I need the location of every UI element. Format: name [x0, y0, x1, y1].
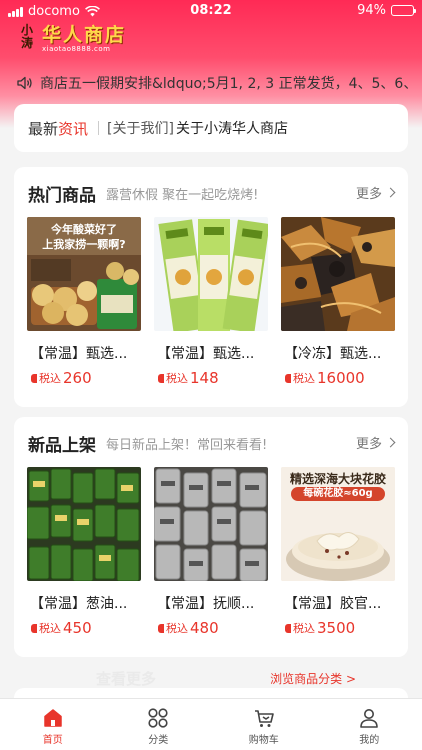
product-image[interactable] [27, 467, 141, 581]
status-bar: docomo 08:22 94% [0, 0, 422, 22]
section-title: 新品上架 [28, 435, 96, 456]
product-price: 税込 148 [154, 369, 268, 387]
divider [98, 121, 100, 135]
product-card[interactable]: 【冷冻】甄选... 税込 16000 [281, 217, 395, 387]
cart-icon [254, 710, 274, 727]
price-tag-icon [158, 373, 164, 383]
price-tag-icon [285, 623, 291, 633]
notice-text: 商店五一假期安排&ldquo;5月1, 2, 3 正常发货，4、5、6、 [40, 76, 412, 92]
product-image[interactable] [154, 217, 268, 331]
tab-home[interactable]: 首页 [0, 699, 106, 750]
logo-mark: 小涛 [20, 23, 33, 50]
speaker-icon [17, 76, 32, 90]
section-subtitle: 露营休假 聚在一起吃烧烤! [106, 187, 259, 203]
product-name: 【常温】甄选... [157, 346, 255, 362]
product-image[interactable]: 今年酸菜好了 上我家捞一颗啊? [27, 217, 141, 331]
product-card[interactable]: 今年酸菜好了 上我家捞一颗啊? 【常温】甄选... 税込 260 [27, 217, 141, 387]
logo-name: 华人商店 [42, 24, 127, 46]
browse-categories-link[interactable]: 浏览商品分类 > [270, 670, 356, 687]
product-name: 【常温】抚顺... [157, 596, 255, 612]
product-name: 【常温】葱油... [30, 596, 128, 612]
product-card[interactable]: 【常温】葱油... 税込 450 [27, 467, 141, 637]
store-logo[interactable]: 小涛 华人商店 xiaotao8888.com [16, 24, 126, 54]
browse-ghost-text: 查看更多 [96, 670, 157, 688]
chevron-right-icon [385, 437, 396, 448]
news-card[interactable]: 最新资讯 [关于我们] 关于小涛华人商店 [14, 104, 408, 152]
price-tag-icon [31, 623, 37, 633]
battery-icon [391, 5, 416, 16]
product-card[interactable]: 【常温】抚顺... 税込 480 [154, 467, 268, 637]
promo-banner-title: 精选深海大块花胶 [289, 472, 386, 486]
tab-mine[interactable]: 我的 [317, 699, 422, 750]
product-card[interactable]: 【常温】甄选... 税込 148 [154, 217, 268, 387]
hot-products-section: 热门商品 露营休假 聚在一起吃烧烤! 更多 今年酸菜好了 上我家捞一颗啊? 【常… [14, 167, 408, 407]
battery-percent: 94% [357, 3, 386, 18]
product-price: 税込 3500 [281, 619, 395, 637]
news-tag: [关于我们] [107, 121, 174, 137]
notice-bar[interactable]: 商店五一假期安排&ldquo;5月1, 2, 3 正常发货，4、5、6、 [16, 72, 412, 94]
user-icon [360, 709, 379, 728]
more-link[interactable]: 更多 [356, 183, 396, 202]
product-price: 税込 450 [27, 619, 141, 637]
promo-banner-sub: 每碗花胶≈60g [291, 487, 385, 501]
product-price: 税込 480 [154, 619, 268, 637]
tab-cart[interactable]: 购物车 [211, 699, 317, 750]
home-icon [44, 709, 62, 727]
news-title-highlight: 资讯 [58, 119, 89, 138]
product-price: 税込 260 [27, 369, 141, 387]
price-tag-icon [285, 373, 291, 383]
product-name: 【常温】甄选... [30, 346, 128, 362]
status-right: 94% [357, 3, 416, 18]
news-title: 最新资讯 [28, 119, 89, 138]
section-subtitle: 每日新品上架！常回来看看! [106, 437, 268, 453]
product-image[interactable]: 精选深海大块花胶 每碗花胶≈60g [281, 467, 395, 581]
product-card[interactable]: 精选深海大块花胶 每碗花胶≈60g 【常温】胶官... 税込 3500 [281, 467, 395, 637]
grid-icon [148, 708, 168, 728]
tab-category[interactable]: 分类 [106, 699, 212, 750]
new-products-section: 新品上架 每日新品上架！常回来看看! 更多 【常温】葱油... 税込 450 【… [14, 417, 408, 657]
svg-text:上我家捞一颗啊?: 上我家捞一颗啊? [42, 237, 125, 251]
more-link[interactable]: 更多 [356, 433, 396, 452]
price-tag-icon [31, 373, 37, 383]
svg-text:今年酸菜好了: 今年酸菜好了 [50, 222, 117, 236]
logo-url: xiaotao8888.com [42, 45, 111, 53]
product-image[interactable] [281, 217, 395, 331]
tab-bar: 首页 分类 购物车 我的 [0, 698, 422, 750]
price-tag-icon [158, 623, 164, 633]
product-name: 【冷冻】甄选... [284, 346, 382, 362]
section-title: 热门商品 [28, 185, 96, 206]
news-headline[interactable]: 关于小涛华人商店 [176, 118, 288, 138]
chevron-right-icon [385, 187, 396, 198]
product-image[interactable] [154, 467, 268, 581]
product-price: 税込 16000 [281, 369, 395, 387]
product-name: 【常温】胶官... [284, 596, 382, 612]
